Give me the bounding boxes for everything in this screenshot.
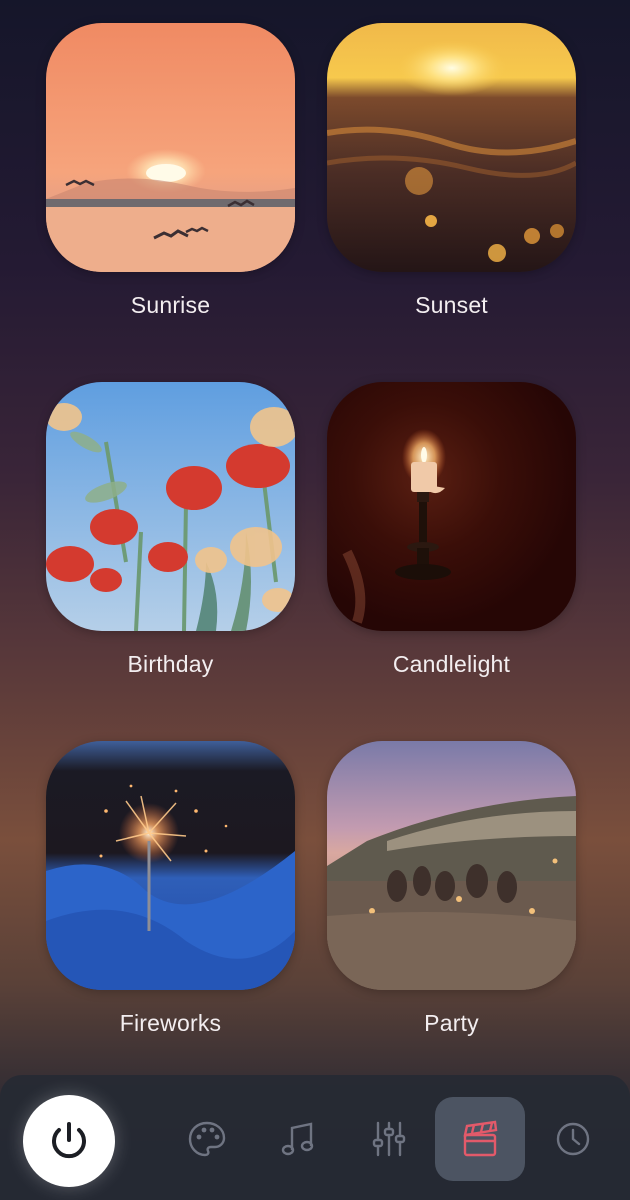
nav-timer-button[interactable] <box>528 1097 618 1181</box>
nav-music-button[interactable] <box>253 1097 343 1181</box>
scene-tile-fireworks[interactable] <box>46 741 295 990</box>
sliders-icon <box>372 1121 406 1157</box>
candlelight-image <box>327 382 576 631</box>
power-icon <box>52 1122 86 1159</box>
music-note-icon <box>281 1122 314 1156</box>
scene-grid: Sunrise Sunset Birthday Candlelight Fire… <box>0 0 630 1075</box>
sunset-image <box>327 23 576 272</box>
scene-label: Candlelight <box>392 651 511 677</box>
scene-tile-candlelight[interactable] <box>327 382 576 631</box>
nav-adjust-button[interactable] <box>344 1097 434 1181</box>
clapperboard-icon <box>463 1120 498 1157</box>
scene-label: Birthday <box>127 651 214 677</box>
nav-scenes-button[interactable] <box>435 1097 525 1181</box>
fireworks-image <box>46 741 295 990</box>
scene-label: Party <box>424 1010 479 1036</box>
scene-tile-birthday[interactable] <box>46 382 295 631</box>
scene-label: Fireworks <box>119 1010 222 1036</box>
scene-tile-sunrise[interactable] <box>46 23 295 272</box>
scene-tile-party[interactable] <box>327 741 576 990</box>
nav-colors-button[interactable] <box>162 1097 252 1181</box>
scene-tile-sunset[interactable] <box>327 23 576 272</box>
birthday-image <box>46 382 295 631</box>
power-button[interactable] <box>23 1095 115 1187</box>
scene-label: Sunrise <box>130 292 211 318</box>
palette-icon <box>188 1121 226 1157</box>
sunrise-image <box>46 23 295 272</box>
party-image <box>327 741 576 990</box>
clock-icon <box>556 1122 590 1156</box>
scene-label: Sunset <box>415 292 488 318</box>
